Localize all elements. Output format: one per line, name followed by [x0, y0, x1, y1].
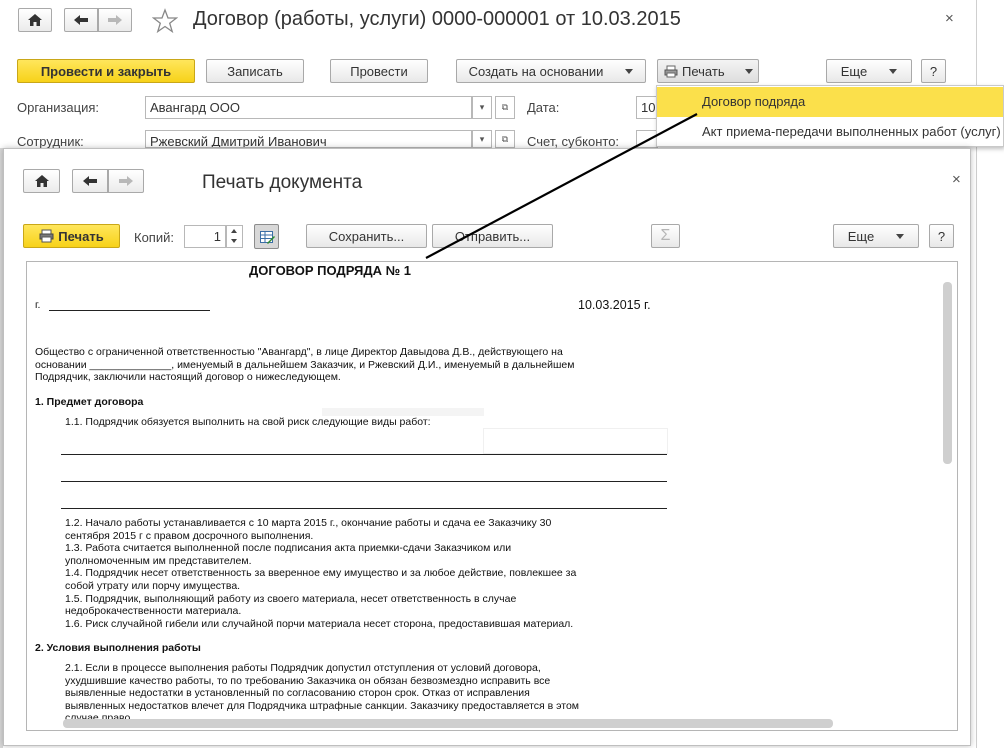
callout-connector [425, 113, 698, 259]
